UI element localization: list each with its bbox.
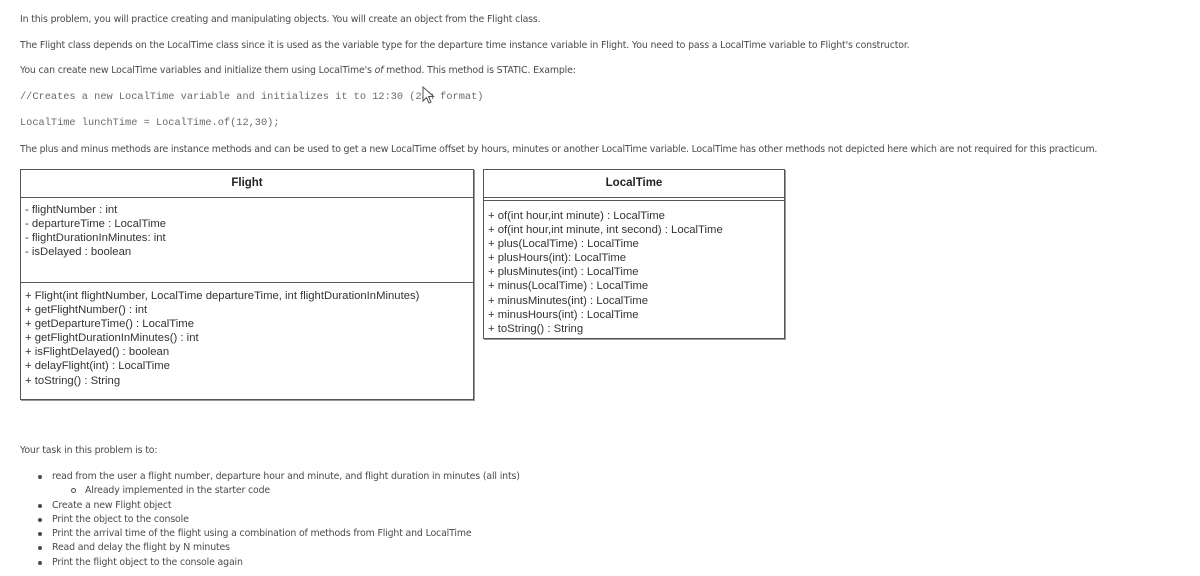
- intro-paragraph-1: In this problem, you will practice creat…: [20, 14, 541, 25]
- localtime-method: + minusMinutes(int) : LocalTime: [488, 294, 648, 307]
- intro-paragraph-3-before: You can create new LocalTime variables a…: [20, 65, 375, 76]
- intro-paragraph-4: The plus and minus methods are instance …: [20, 144, 1098, 155]
- task-item-text: read from the user a flight number, depa…: [52, 471, 520, 482]
- localtime-class-name: LocalTime: [484, 170, 784, 198]
- task-list: read from the user a flight number, depa…: [38, 470, 520, 570]
- flight-method: + delayFlight(int) : LocalTime: [25, 360, 170, 373]
- flight-attribute: - departureTime : LocalTime: [25, 218, 167, 231]
- intro-paragraph-3-after: method. This method is STATIC. Example:: [383, 65, 576, 76]
- bullet-icon: [38, 560, 42, 565]
- code-example: LocalTime lunchTime = LocalTime.of(12,30…: [20, 117, 280, 129]
- localtime-class-diagram: LocalTime + of(int hour,int minute) : Lo…: [483, 169, 785, 339]
- localtime-method: + minusHours(int) : LocalTime: [488, 308, 639, 321]
- localtime-method: + plusHours(int): LocalTime: [488, 252, 627, 265]
- task-item-text: Print the flight object to the console a…: [52, 556, 243, 568]
- localtime-method: + plusMinutes(int) : LocalTime: [488, 266, 639, 279]
- flight-class-diagram: Flight - flightNumber : int - departureTi…: [20, 169, 474, 400]
- bullet-icon: [38, 503, 42, 508]
- localtime-method: + of(int hour,int minute, int second) : …: [488, 224, 723, 237]
- task-item-text: Print the arrival time of the flight usi…: [52, 528, 472, 540]
- task-item-text: Read and delay the flight by N minutes: [52, 542, 230, 554]
- task-item-text: Create a new Flight object: [52, 499, 172, 511]
- intro-paragraph-3: You can create new LocalTime variables a…: [20, 65, 576, 76]
- flight-attribute: - isDelayed : boolean: [25, 246, 132, 259]
- task-subitem: Already implemented in the starter code: [38, 484, 520, 498]
- localtime-method: + minus(LocalTime) : LocalTime: [488, 280, 649, 293]
- flight-method: + toString() : String: [25, 374, 121, 387]
- flight-method: + getDepartureTime() : LocalTime: [25, 318, 194, 331]
- localtime-method: + plus(LocalTime) : LocalTime: [488, 238, 639, 251]
- flight-method: + isFlightDelayed() : boolean: [25, 346, 170, 359]
- flight-attributes: - flightNumber : int - departureTime : Lo…: [21, 198, 473, 283]
- flight-attribute: - flightNumber : int: [25, 204, 118, 216]
- hollow-bullet-icon: [71, 488, 76, 494]
- flight-method: + getFlightDurationInMinutes() : int: [25, 332, 199, 345]
- flight-method: + Flight(int flightNumber, LocalTime dep…: [25, 290, 420, 302]
- task-item-text: Print the object to the console: [52, 513, 189, 525]
- task-item: Read and delay the flight by N minutes: [38, 541, 520, 555]
- flight-class-name: Flight: [21, 170, 473, 198]
- bullet-icon: [38, 517, 42, 522]
- flight-method: + getFlightNumber() : int: [25, 304, 148, 317]
- task-heading: Your task in this problem is to:: [20, 445, 158, 456]
- bullet-icon: [38, 532, 42, 537]
- bullet-icon: [38, 475, 42, 479]
- localtime-methods: + of(int hour,int minute) : LocalTime + o…: [484, 201, 784, 339]
- bullet-icon: [38, 546, 42, 551]
- intro-paragraph-2: The Flight class depends on the LocalTim…: [20, 40, 910, 51]
- task-item: Create a new Flight object: [38, 499, 520, 513]
- flight-attribute: - flightDurationInMinutes: int: [25, 232, 166, 245]
- mouse-pointer-icon: [422, 86, 435, 104]
- flight-methods: + Flight(int flightNumber, LocalTime dep…: [21, 283, 473, 391]
- task-item: Print the object to the console: [38, 513, 520, 527]
- task-item-text: Already implemented in the starter code: [85, 485, 271, 497]
- task-item: Print the arrival time of the flight usi…: [38, 527, 520, 541]
- code-comment: //Creates a new LocalTime variable and i…: [20, 91, 484, 103]
- task-item: Print the flight object to the console a…: [38, 556, 520, 570]
- localtime-method: + of(int hour,int minute) : LocalTime: [488, 210, 665, 222]
- localtime-method: + toString() : String: [488, 322, 584, 335]
- task-item: read from the user a flight number, depa…: [38, 470, 520, 484]
